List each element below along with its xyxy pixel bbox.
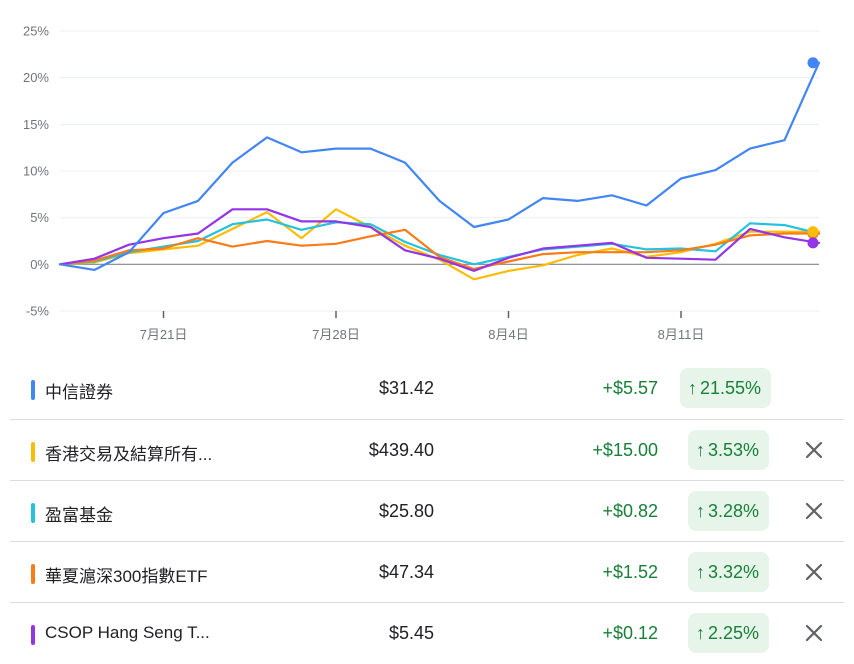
- stock-price: $439.40: [368, 440, 434, 460]
- percent-change-value: 2.25%: [708, 623, 760, 643]
- stock-change: +$1.52: [602, 562, 658, 582]
- comparison-chart: 25% 20% 15% 10% 5% 0% -5% 7月21日 7月28日 8月4日 8月11日: [23, 24, 821, 342]
- stock-price: $5.45: [388, 623, 434, 643]
- series-color-marker: [31, 503, 35, 523]
- y-tick-label: 20%: [23, 70, 49, 85]
- stock-row[interactable]: CSOP Hang Seng T... $5.45 +$0.12 ↑ 2.25%: [10, 602, 844, 664]
- arrow-up-icon: ↑: [688, 378, 697, 398]
- series-color-marker: [31, 625, 35, 645]
- stock-name: CSOP Hang Seng T...: [45, 623, 210, 642]
- percent-change-badge: ↑ 3.32%: [688, 552, 770, 592]
- close-icon[interactable]: [802, 438, 826, 462]
- series-color-marker: [31, 380, 35, 400]
- y-tick-label: 0%: [30, 257, 49, 272]
- x-tick-label: 8月4日: [488, 327, 528, 342]
- series-end-marker: [807, 226, 819, 238]
- stock-row[interactable]: 香港交易及結算所有... $439.40 +$15.00 ↑ 3.53%: [10, 419, 844, 481]
- stock-row[interactable]: 華夏滬深300指數ETF $47.34 +$1.52 ↑ 3.32%: [10, 541, 844, 603]
- stock-change: +$15.00: [592, 440, 658, 460]
- arrow-up-icon: ↑: [696, 623, 705, 643]
- series-line: [58, 61, 821, 271]
- series-end-marker: [807, 237, 819, 249]
- percent-change-badge: ↑ 3.53%: [688, 430, 770, 470]
- percent-change-badge: ↑ 3.28%: [688, 491, 770, 531]
- percent-change-value: 21.55%: [700, 378, 762, 398]
- y-tick-label: 5%: [30, 210, 49, 225]
- y-tick-label: 15%: [23, 117, 49, 132]
- series-end-marker: [807, 57, 819, 69]
- percent-change-badge: ↑ 2.25%: [688, 613, 770, 653]
- series-color-marker: [31, 564, 35, 584]
- stock-change: +$0.82: [602, 501, 658, 521]
- arrow-up-icon: ↑: [696, 501, 705, 521]
- arrow-up-icon: ↑: [696, 562, 705, 582]
- stock-change: +$0.12: [602, 623, 658, 643]
- close-icon[interactable]: [802, 499, 826, 523]
- stock-price: $31.42: [378, 378, 434, 398]
- stock-name: 中信證券: [45, 383, 113, 402]
- percent-change-value: 3.32%: [708, 562, 760, 582]
- arrow-up-icon: ↑: [696, 440, 705, 460]
- y-tick-label: 10%: [23, 164, 49, 179]
- close-icon[interactable]: [802, 621, 826, 645]
- stock-name: 華夏滬深300指數ETF: [45, 567, 208, 586]
- stock-name: 香港交易及結算所有...: [45, 445, 213, 464]
- stock-price: $25.80: [378, 501, 434, 521]
- x-tick-label: 7月28日: [312, 327, 360, 342]
- stock-row[interactable]: 中信證券 $31.42 +$5.57 ↑ 21.55%: [10, 358, 844, 419]
- percent-change-badge: ↑ 21.55%: [680, 368, 772, 408]
- stock-change: +$5.57: [602, 378, 658, 398]
- x-tick-label: 7月21日: [140, 327, 188, 342]
- series-color-marker: [31, 442, 35, 462]
- y-tick-label: -5%: [26, 304, 50, 319]
- series-line: [58, 208, 821, 272]
- stock-row[interactable]: 盈富基金 $25.80 +$0.82 ↑ 3.28%: [10, 480, 844, 542]
- y-tick-label: 25%: [23, 24, 49, 39]
- percent-change-value: 3.53%: [708, 440, 760, 460]
- close-icon[interactable]: [802, 560, 826, 584]
- stock-price: $47.34: [378, 562, 434, 582]
- percent-change-value: 3.28%: [708, 501, 760, 521]
- stock-name: 盈富基金: [45, 506, 113, 525]
- x-tick-label: 8月11日: [658, 327, 705, 342]
